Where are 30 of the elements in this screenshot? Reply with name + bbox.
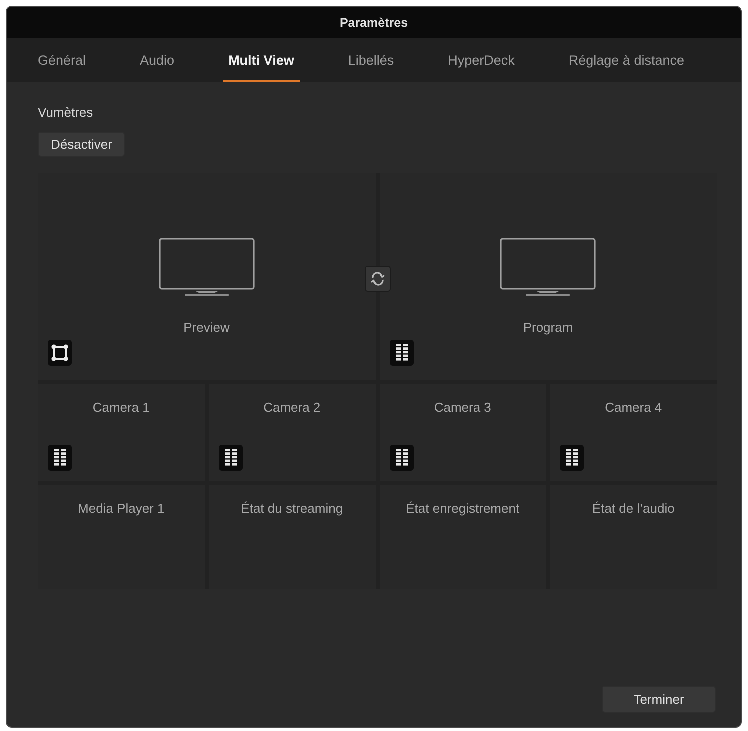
window-label: Program <box>523 320 574 335</box>
swap-button[interactable] <box>365 266 391 292</box>
tab[interactable]: Audio <box>134 38 181 82</box>
audio-meter-icon[interactable] <box>48 445 72 471</box>
window-label: État de l’audio <box>592 501 675 516</box>
monitor-icon <box>158 238 255 298</box>
tab[interactable]: Multi View <box>222 38 300 82</box>
swap-icon <box>370 271 386 287</box>
tab[interactable]: Général <box>32 38 92 82</box>
window-label: Camera 1 <box>92 400 150 415</box>
audio-meter-icon[interactable] <box>390 340 414 366</box>
window-title: Paramètres <box>340 16 408 30</box>
window-label: État enregistrement <box>406 501 520 516</box>
done-button[interactable]: Terminer <box>602 686 716 713</box>
tab[interactable]: HyperDeck <box>442 38 521 82</box>
tab[interactable]: Réglage à distance <box>562 38 690 82</box>
window-label: Preview <box>184 320 230 335</box>
window-label: État du streaming <box>241 501 344 516</box>
monitor-icon <box>500 238 596 298</box>
window-label: Media Player 1 <box>78 501 165 516</box>
window-label: Camera 4 <box>605 400 662 415</box>
window-label: Camera 3 <box>434 400 492 415</box>
window-label: Camera 2 <box>264 400 321 415</box>
audio-meter-icon[interactable] <box>390 445 414 471</box>
safe-area-icon[interactable] <box>48 340 72 366</box>
audio-meter-icon[interactable] <box>560 445 584 471</box>
disable-button[interactable]: Désactiver <box>38 132 126 157</box>
tab[interactable]: Libellés <box>342 38 400 82</box>
section-label: Vumètres <box>38 105 94 120</box>
audio-meter-icon[interactable] <box>218 445 243 471</box>
